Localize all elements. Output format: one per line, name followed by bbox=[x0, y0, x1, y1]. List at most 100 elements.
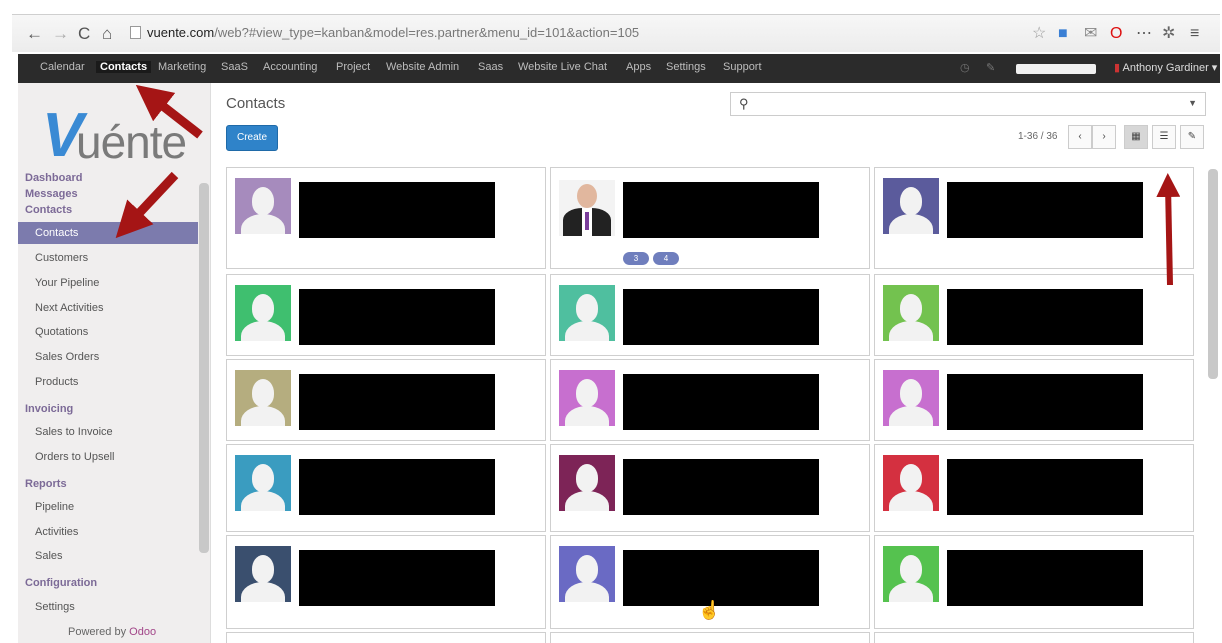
main-content: Contacts Create ⚲ ▼ 1-36 / 36 ‹ › ▦ ☰ ✎ … bbox=[212, 83, 1220, 643]
kanban-view-button[interactable]: ▦ bbox=[1124, 125, 1148, 149]
menu-website-admin[interactable]: Website Admin bbox=[386, 61, 459, 73]
contact-card[interactable] bbox=[226, 444, 546, 532]
sidebar-scrollbar[interactable] bbox=[199, 183, 209, 553]
reload-icon[interactable]: C bbox=[78, 24, 90, 44]
contact-card[interactable] bbox=[874, 632, 1194, 643]
page-title: Contacts bbox=[226, 95, 286, 112]
sidebar-item-sales-to-invoice[interactable]: Sales to Invoice bbox=[35, 426, 113, 438]
menu-website-live-chat[interactable]: Website Live Chat bbox=[518, 61, 607, 73]
avatar-placeholder-icon bbox=[883, 178, 939, 234]
avatar-placeholder-icon bbox=[559, 370, 615, 426]
menu-support[interactable]: Support bbox=[723, 61, 762, 73]
sidebar-header-dashboard[interactable]: Dashboard bbox=[25, 172, 82, 184]
create-button[interactable]: Create bbox=[226, 125, 278, 151]
opera-icon[interactable]: O bbox=[1110, 24, 1122, 44]
menu-marketing[interactable]: Marketing bbox=[158, 61, 206, 73]
count-badge[interactable]: 3 bbox=[623, 252, 649, 265]
sidebar-header-contacts: Contacts bbox=[25, 204, 73, 216]
edit-icon: ✎ bbox=[1187, 131, 1197, 142]
user-name: Anthony Gardiner bbox=[1122, 62, 1209, 74]
page-icon bbox=[130, 26, 141, 39]
contact-card[interactable] bbox=[874, 444, 1194, 532]
redacted-contact-info bbox=[623, 550, 819, 606]
contact-card[interactable] bbox=[550, 632, 870, 643]
avatar-placeholder-icon bbox=[559, 455, 615, 511]
sidebar-header-invoicing: Invoicing bbox=[25, 403, 74, 415]
chevron-down-icon[interactable]: ▼ bbox=[1188, 98, 1197, 108]
contact-card[interactable] bbox=[550, 444, 870, 532]
menu-settings[interactable]: Settings bbox=[666, 61, 706, 73]
pager-value[interactable]: 1-36 / 36 bbox=[1018, 131, 1057, 142]
contact-card[interactable] bbox=[226, 535, 546, 629]
avatar-placeholder-icon bbox=[883, 285, 939, 341]
forward-arrow-icon[interactable]: → bbox=[52, 24, 69, 44]
sidebar-item-your-pipeline[interactable]: Your Pipeline bbox=[35, 277, 99, 289]
contact-card[interactable] bbox=[226, 359, 546, 441]
redacted-contact-info bbox=[947, 182, 1143, 238]
sidebar-item-quotations[interactable]: Quotations bbox=[35, 326, 88, 338]
contact-card[interactable] bbox=[874, 167, 1194, 269]
bookmark-star-icon[interactable]: ☆ bbox=[1032, 24, 1046, 44]
sidebar-item-sales[interactable]: Sales bbox=[35, 550, 63, 562]
menu-contacts[interactable]: Contacts bbox=[96, 61, 152, 73]
sidebar-item-orders-to-upsell[interactable]: Orders to Upsell bbox=[35, 451, 114, 463]
sidebar-item-next-activities[interactable]: Next Activities bbox=[35, 302, 103, 314]
more-dots-icon[interactable]: ⋯ bbox=[1136, 24, 1152, 44]
chat-icon[interactable]: ✎ bbox=[986, 61, 995, 74]
menu-apps[interactable]: Apps bbox=[626, 61, 651, 73]
contact-card[interactable] bbox=[874, 535, 1194, 629]
user-menu[interactable]: ▮ Anthony Gardiner ▾ bbox=[1114, 61, 1217, 74]
address-bar[interactable]: vuente.com/web?#view_type=kanban&model=r… bbox=[130, 23, 1030, 43]
url-path: /web?#view_type=kanban&model=res.partner… bbox=[214, 25, 640, 40]
avatar-placeholder-icon bbox=[559, 285, 615, 341]
redacted-contact-info bbox=[299, 374, 495, 430]
powered-by: Powered by Odoo bbox=[68, 626, 156, 638]
pager-previous-button[interactable]: ‹ bbox=[1068, 125, 1092, 149]
menu-icon[interactable]: ≡ bbox=[1190, 24, 1199, 44]
menu-accounting[interactable]: Accounting bbox=[263, 61, 317, 73]
contact-card[interactable] bbox=[226, 632, 546, 643]
home-icon[interactable]: ⌂ bbox=[102, 24, 112, 44]
sidebar-item-products[interactable]: Products bbox=[35, 376, 78, 388]
contact-card[interactable] bbox=[550, 274, 870, 356]
main-scrollbar[interactable] bbox=[1208, 169, 1218, 379]
contact-card[interactable] bbox=[874, 359, 1194, 441]
contact-card[interactable] bbox=[226, 274, 546, 356]
hand-cursor-icon: ☝ bbox=[698, 600, 721, 620]
contact-card[interactable] bbox=[550, 359, 870, 441]
contact-card[interactable] bbox=[226, 167, 546, 269]
sidebar-item-customers[interactable]: Customers bbox=[35, 252, 88, 264]
top-menu-bar: Calendar Contacts Marketing SaaS Account… bbox=[18, 54, 1220, 83]
avatar-placeholder-icon bbox=[559, 546, 615, 602]
menu-project[interactable]: Project bbox=[336, 61, 370, 73]
list-view-button[interactable]: ☰ bbox=[1152, 125, 1176, 149]
url-host: vuente.com bbox=[147, 25, 215, 40]
form-view-button[interactable]: ✎ bbox=[1180, 125, 1204, 149]
menu-saas[interactable]: SaaS bbox=[221, 61, 248, 73]
extension-icon[interactable]: ✲ bbox=[1162, 24, 1175, 44]
redacted-contact-info bbox=[299, 550, 495, 606]
sidebar-item-settings[interactable]: Settings bbox=[35, 601, 75, 613]
contact-card[interactable]: 34 bbox=[550, 167, 870, 269]
clock-icon[interactable]: ◷ bbox=[960, 61, 970, 74]
extension-icon[interactable]: ✉ bbox=[1084, 24, 1097, 44]
sidebar-item-activities[interactable]: Activities bbox=[35, 526, 78, 538]
extension-icon[interactable]: ■ bbox=[1058, 24, 1068, 44]
sidebar-item-pipeline[interactable]: Pipeline bbox=[35, 501, 74, 513]
count-badge[interactable]: 4 bbox=[653, 252, 679, 265]
redacted-contact-info bbox=[623, 459, 819, 515]
search-input[interactable]: ⚲ ▼ bbox=[730, 92, 1206, 116]
menu-saas-2[interactable]: Saas bbox=[478, 61, 503, 73]
odoo-link[interactable]: Odoo bbox=[129, 626, 156, 638]
logo-text: uénte bbox=[76, 116, 187, 168]
menu-calendar[interactable]: Calendar bbox=[40, 61, 85, 73]
avatar-placeholder-icon bbox=[235, 178, 291, 234]
sidebar-item-sales-orders[interactable]: Sales Orders bbox=[35, 351, 99, 363]
back-arrow-icon[interactable]: ← bbox=[26, 24, 43, 44]
sidebar: V uénte Dashboard Messages Contacts Cont… bbox=[18, 83, 211, 643]
sidebar-header-messages[interactable]: Messages bbox=[25, 188, 78, 200]
sidebar-item-contacts[interactable]: Contacts bbox=[18, 222, 198, 244]
list-icon: ☰ bbox=[1159, 131, 1169, 142]
contact-card[interactable] bbox=[874, 274, 1194, 356]
pager-next-button[interactable]: › bbox=[1092, 125, 1116, 149]
